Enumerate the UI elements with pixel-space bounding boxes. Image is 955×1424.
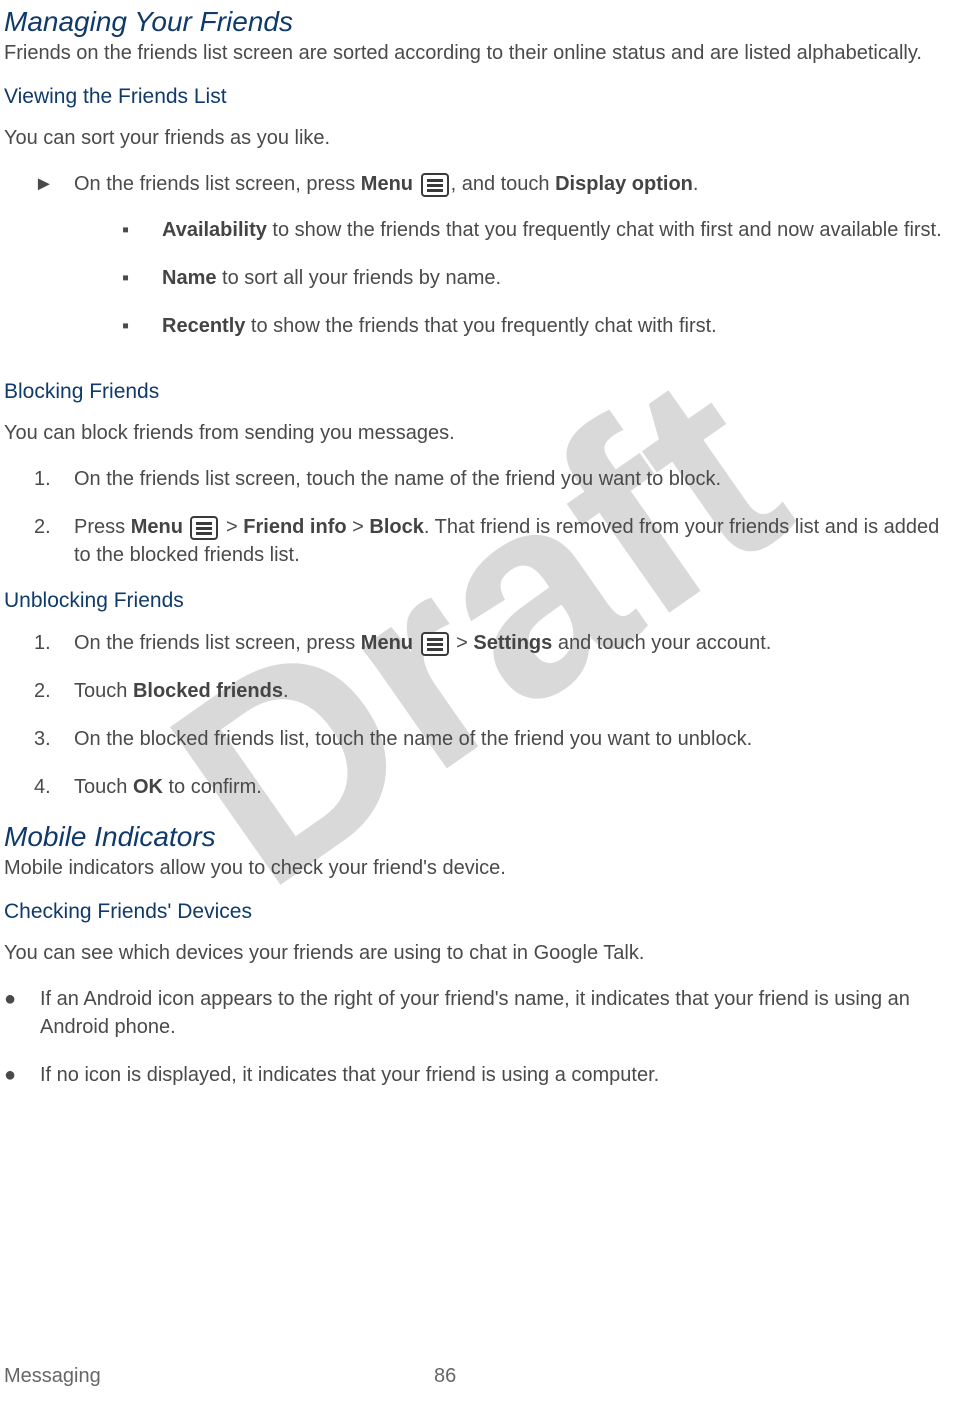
step-item: 1. On the friends list screen, press Men… <box>4 629 945 657</box>
heading-managing-friends: Managing Your Friends <box>4 6 945 38</box>
step-content: Touch OK to confirm. <box>74 773 945 801</box>
sub-content: Name to sort all your friends by name. <box>162 264 945 292</box>
heading-viewing-friends-list: Viewing the Friends List <box>4 85 945 109</box>
number-marker: 1. <box>34 629 74 657</box>
menu-icon <box>190 516 218 540</box>
bold-text: Menu <box>131 516 183 538</box>
number-marker: 1. <box>34 465 74 493</box>
text: to show the friends that you frequently … <box>245 315 716 337</box>
menu-icon <box>421 632 449 656</box>
sub-content: Availability to show the friends that yo… <box>162 216 945 244</box>
sub-content: Recently to show the friends that you fr… <box>162 312 945 340</box>
heading-unblocking-friends: Unblocking Friends <box>4 589 945 613</box>
step-content: Press Menu > Friend info > Block. That f… <box>74 513 945 569</box>
text: On the friends list screen, press <box>74 173 361 195</box>
dot-marker-icon: ● <box>4 1061 40 1089</box>
dot-marker-icon: ● <box>4 985 40 1013</box>
bold-text: Settings <box>473 632 552 654</box>
para-text: You can see which devices your friends a… <box>4 940 945 967</box>
step-content: On the friends list screen, press Menu ,… <box>74 170 945 360</box>
number-marker: 4. <box>34 773 74 801</box>
bold-text: Recently <box>162 315 245 337</box>
step-content: On the friends list screen, touch the na… <box>74 465 945 493</box>
page-footer: Messaging 86 <box>4 1365 945 1388</box>
bold-text: Block <box>369 516 423 538</box>
text: to confirm. <box>163 776 262 798</box>
text: On the friends list screen, press <box>74 632 361 654</box>
arrow-marker-icon: ► <box>34 170 74 198</box>
sub-item: ▪ Availability to show the friends that … <box>122 216 945 244</box>
footer-page-number: 86 <box>434 1365 456 1388</box>
sub-item: ▪ Name to sort all your friends by name. <box>122 264 945 292</box>
text: > <box>451 632 474 654</box>
text: Touch <box>74 680 133 702</box>
number-marker: 2. <box>34 513 74 541</box>
bold-text: Friend info <box>243 516 346 538</box>
heading-mobile-indicators: Mobile Indicators <box>4 821 945 853</box>
step-item: 3. On the blocked friends list, touch th… <box>4 725 945 753</box>
footer-section-title: Messaging <box>4 1365 101 1388</box>
bold-text: Menu <box>361 632 413 654</box>
square-marker-icon: ▪ <box>122 216 162 244</box>
bold-text: Name <box>162 267 216 289</box>
square-marker-icon: ▪ <box>122 264 162 292</box>
text: > <box>220 516 243 538</box>
bold-text: OK <box>133 776 163 798</box>
step-content: Touch Blocked friends. <box>74 677 945 705</box>
number-marker: 2. <box>34 677 74 705</box>
intro-text: Mobile indicators allow you to check you… <box>4 855 945 882</box>
bullet-item: ● If an Android icon appears to the righ… <box>4 985 945 1041</box>
heading-checking-friends-devices: Checking Friends' Devices <box>4 900 945 924</box>
bullet-item: ● If no icon is displayed, it indicates … <box>4 1061 945 1089</box>
text: > <box>347 516 370 538</box>
number-marker: 3. <box>34 725 74 753</box>
bullet-content: If an Android icon appears to the right … <box>40 985 945 1041</box>
para-text: You can block friends from sending you m… <box>4 420 945 447</box>
menu-icon <box>421 173 449 197</box>
bullet-content: If no icon is displayed, it indicates th… <box>40 1061 945 1089</box>
para-text: You can sort your friends as you like. <box>4 125 945 152</box>
text: . <box>283 680 289 702</box>
step-content: On the blocked friends list, touch the n… <box>74 725 945 753</box>
step-item: ► On the friends list screen, press Menu… <box>4 170 945 360</box>
text: Press <box>74 516 131 538</box>
heading-blocking-friends: Blocking Friends <box>4 380 945 404</box>
step-item: 2. Press Menu > Friend info > Block. Tha… <box>4 513 945 569</box>
text: , and touch <box>451 173 556 195</box>
text: . <box>693 173 699 195</box>
bold-text: Blocked friends <box>133 680 283 702</box>
bold-text: Display option <box>555 173 693 195</box>
step-item: 2. Touch Blocked friends. <box>4 677 945 705</box>
bold-text: Menu <box>361 173 413 195</box>
step-content: On the friends list screen, press Menu >… <box>74 629 945 657</box>
step-item: 4. Touch OK to confirm. <box>4 773 945 801</box>
text: to show the friends that you frequently … <box>267 219 942 241</box>
step-item: 1. On the friends list screen, touch the… <box>4 465 945 493</box>
square-marker-icon: ▪ <box>122 312 162 340</box>
text: Touch <box>74 776 133 798</box>
bold-text: Availability <box>162 219 267 241</box>
intro-text: Friends on the friends list screen are s… <box>4 40 945 67</box>
text: and touch your account. <box>552 632 771 654</box>
sub-item: ▪ Recently to show the friends that you … <box>122 312 945 340</box>
text: to sort all your friends by name. <box>216 267 501 289</box>
